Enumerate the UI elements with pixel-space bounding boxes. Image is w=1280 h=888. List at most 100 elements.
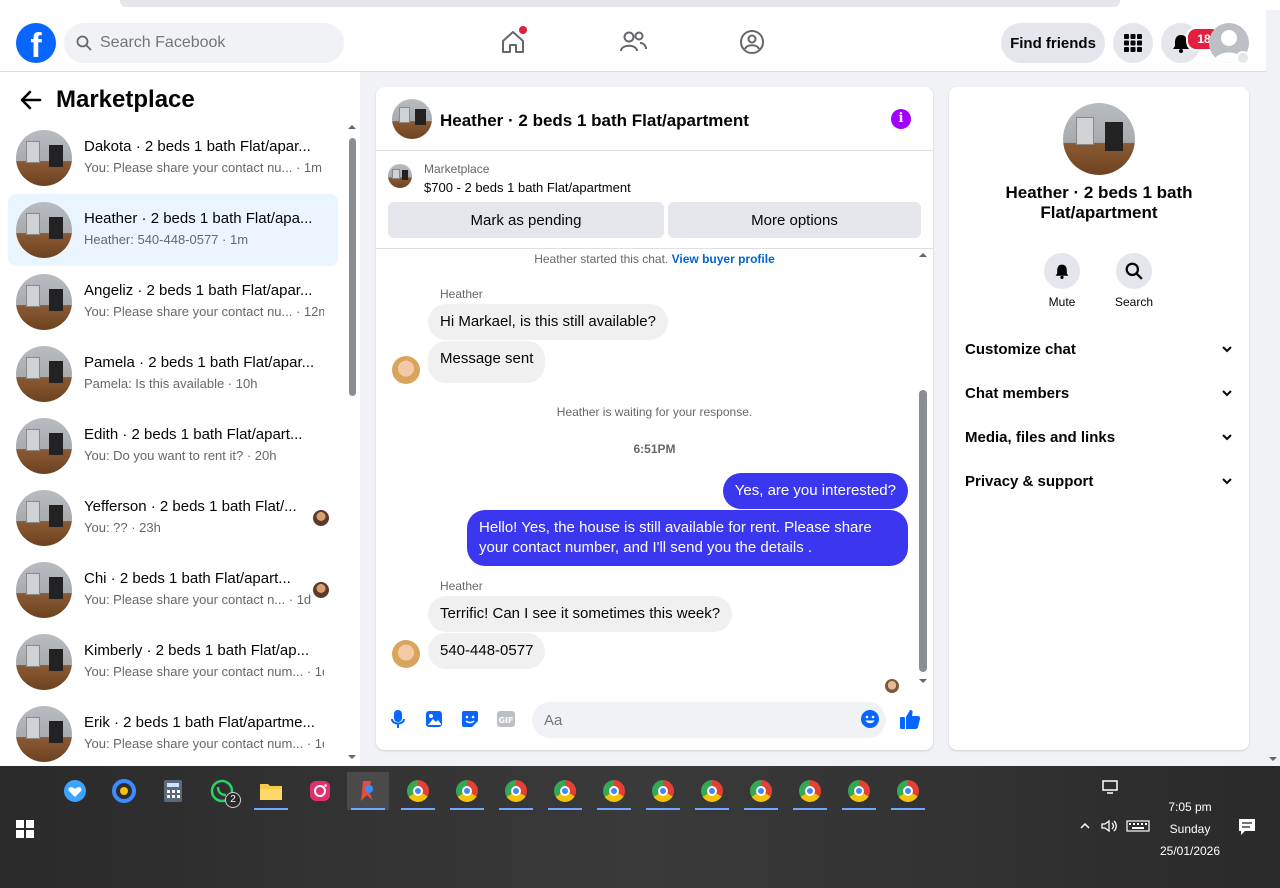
- back-arrow-icon[interactable]: [20, 89, 42, 111]
- privacy-support-section[interactable]: Privacy & support: [965, 467, 1233, 495]
- scroll-up-icon[interactable]: [346, 122, 358, 132]
- conversation-item[interactable]: Kimberly · 2 beds 1 bath Flat/ap... You: …: [8, 626, 338, 698]
- nav-groups[interactable]: [736, 26, 768, 58]
- listing-mini-thumbnail: [388, 164, 412, 188]
- volume-icon[interactable]: [1101, 819, 1119, 833]
- incoming-message[interactable]: Terrific! Can I see it sometimes this we…: [428, 596, 733, 632]
- view-buyer-profile-link[interactable]: View buyer profile: [672, 252, 775, 266]
- menu-button[interactable]: [1113, 23, 1153, 63]
- conversation-item[interactable]: Dakota · 2 beds 1 bath Flat/apar... You: …: [8, 122, 338, 194]
- taskbar-chrome-profile[interactable]: [642, 772, 684, 810]
- taskbar-chrome-profile[interactable]: [495, 772, 537, 810]
- conversation-item[interactable]: Pamela · 2 beds 1 bath Flat/apar... Pamel…: [8, 338, 338, 410]
- desktop-monitor-icon[interactable]: [1102, 780, 1118, 794]
- profile-chevron-down-icon[interactable]: [1236, 51, 1250, 65]
- nav-friends[interactable]: [617, 26, 649, 58]
- conversation-name: Heather · 2 beds 1 bath Flat/apa...: [84, 210, 313, 227]
- scroll-down-icon[interactable]: [1266, 754, 1280, 764]
- mute-action[interactable]: Mute: [1032, 253, 1092, 309]
- keyboard-icon[interactable]: [1126, 820, 1150, 832]
- conversation-item[interactable]: Edith · 2 beds 1 bath Flat/apart... You: …: [8, 410, 338, 482]
- sidebar-scrollbar[interactable]: [346, 122, 358, 762]
- taskbar-chrome-profile[interactable]: [544, 772, 586, 810]
- conversation-item-active[interactable]: Heather · 2 beds 1 bath Flat/apa... Heath…: [8, 194, 338, 266]
- taskbar-chrome-profile[interactable]: [593, 772, 635, 810]
- details-listing-thumbnail[interactable]: [1063, 103, 1135, 175]
- search-in-chat-button[interactable]: [1116, 253, 1152, 289]
- attach-photo-button[interactable]: [424, 709, 444, 729]
- find-friends-button[interactable]: Find friends: [1001, 23, 1105, 63]
- more-options-button[interactable]: More options: [668, 202, 921, 238]
- like-button[interactable]: [898, 707, 922, 731]
- taskbar-chrome-profile[interactable]: [789, 772, 831, 810]
- notification-center-icon[interactable]: [1238, 818, 1256, 836]
- taskbar-chrome-profile[interactable]: [397, 772, 439, 810]
- taskbar-app-calculator[interactable]: [152, 772, 194, 810]
- taskbar-chrome-profile[interactable]: [691, 772, 733, 810]
- search-box[interactable]: [64, 23, 344, 63]
- nav-home[interactable]: [497, 26, 529, 58]
- listing-thumbnail: [16, 130, 72, 186]
- mark-as-pending-button[interactable]: Mark as pending: [388, 202, 664, 238]
- message-thread: Heather started this chat. View buyer pr…: [376, 250, 933, 693]
- incoming-message[interactable]: 540-448-0577: [428, 633, 546, 669]
- search-input[interactable]: [100, 34, 320, 52]
- conversation-preview: You: Please share your contact num... · …: [84, 664, 324, 679]
- chat-scroll-thumb[interactable]: [919, 390, 927, 672]
- message-input[interactable]: [532, 702, 886, 738]
- taskbar-app-instagram[interactable]: [299, 772, 341, 810]
- system-clock[interactable]: 7:05 pm Sunday 25/01/2026: [1148, 796, 1232, 862]
- scroll-down-icon[interactable]: [346, 752, 358, 762]
- search-action[interactable]: Search: [1104, 253, 1164, 309]
- read-receipt-avatar: [313, 582, 329, 598]
- windows-start-icon[interactable]: [16, 820, 34, 838]
- conversation-item[interactable]: Yefferson · 2 beds 1 bath Flat/... You: ?…: [8, 482, 338, 554]
- outgoing-message[interactable]: Hello! Yes, the house is still available…: [467, 510, 908, 566]
- taskbar-app-whatsapp[interactable]: 2: [201, 772, 243, 810]
- heather-avatar[interactable]: [392, 640, 420, 668]
- scroll-down-icon[interactable]: [917, 676, 929, 686]
- taskbar-app-browser[interactable]: [103, 772, 145, 810]
- heart-app-icon: [64, 780, 86, 802]
- chat-scrollbar[interactable]: [917, 250, 929, 686]
- info-icon[interactable]: i: [891, 109, 911, 129]
- taskbar-chrome-profile[interactable]: [446, 772, 488, 810]
- conversation-item[interactable]: Chi · 2 beds 1 bath Flat/apart... You: Pl…: [8, 554, 338, 626]
- incoming-message[interactable]: Message sent: [428, 341, 546, 383]
- logo-letter: f: [30, 27, 42, 63]
- page-scrollbar[interactable]: [1266, 72, 1280, 766]
- tray-chevron-up-icon[interactable]: [1079, 821, 1091, 831]
- facebook-logo[interactable]: f: [16, 23, 56, 63]
- listing-price[interactable]: $700 - 2 beds 1 bath Flat/apartment: [424, 180, 631, 195]
- conversation-item[interactable]: Angeliz · 2 beds 1 bath Flat/apar... You:…: [8, 266, 338, 338]
- taskbar-chrome-profile[interactable]: [838, 772, 880, 810]
- section-label: Customize chat: [965, 340, 1076, 358]
- taskbar-chrome-profile[interactable]: [887, 772, 929, 810]
- page-title: Marketplace: [56, 86, 195, 113]
- gif-button[interactable]: GIF: [496, 709, 516, 729]
- conversation-item[interactable]: Erik · 2 beds 1 bath Flat/apartme... You:…: [8, 698, 338, 770]
- chat-members-section[interactable]: Chat members: [965, 379, 1233, 407]
- heather-avatar[interactable]: [392, 356, 420, 384]
- taskbar-app-file-explorer[interactable]: [250, 772, 292, 810]
- taskbar-app-pinned-active[interactable]: [347, 772, 389, 810]
- scroll-up-icon[interactable]: [917, 250, 929, 260]
- sidebar-scroll-thumb[interactable]: [349, 138, 356, 396]
- mute-button[interactable]: [1044, 253, 1080, 289]
- customize-chat-section[interactable]: Customize chat: [965, 335, 1233, 363]
- sticker-button[interactable]: [460, 709, 480, 729]
- outgoing-message[interactable]: Yes, are you interested?: [722, 473, 908, 509]
- groups-icon: [740, 30, 764, 54]
- media-files-links-section[interactable]: Media, files and links: [965, 423, 1233, 451]
- taskbar-chrome-profile[interactable]: [740, 772, 782, 810]
- conversation-preview: Heather: 540-448-0577 · 1m: [84, 232, 249, 247]
- emoji-button[interactable]: [860, 709, 880, 729]
- voice-clip-button[interactable]: [388, 709, 408, 729]
- chat-title[interactable]: Heather · 2 beds 1 bath Flat/apartment: [440, 111, 749, 131]
- incoming-message[interactable]: Hi Markael, is this still available?: [428, 304, 668, 340]
- gif-icon: GIF: [497, 711, 515, 727]
- active-indicator: [548, 808, 582, 810]
- browser-address-bar[interactable]: [120, 0, 1120, 7]
- taskbar-app-downloader[interactable]: [54, 772, 96, 810]
- chat-listing-thumbnail[interactable]: [392, 99, 432, 139]
